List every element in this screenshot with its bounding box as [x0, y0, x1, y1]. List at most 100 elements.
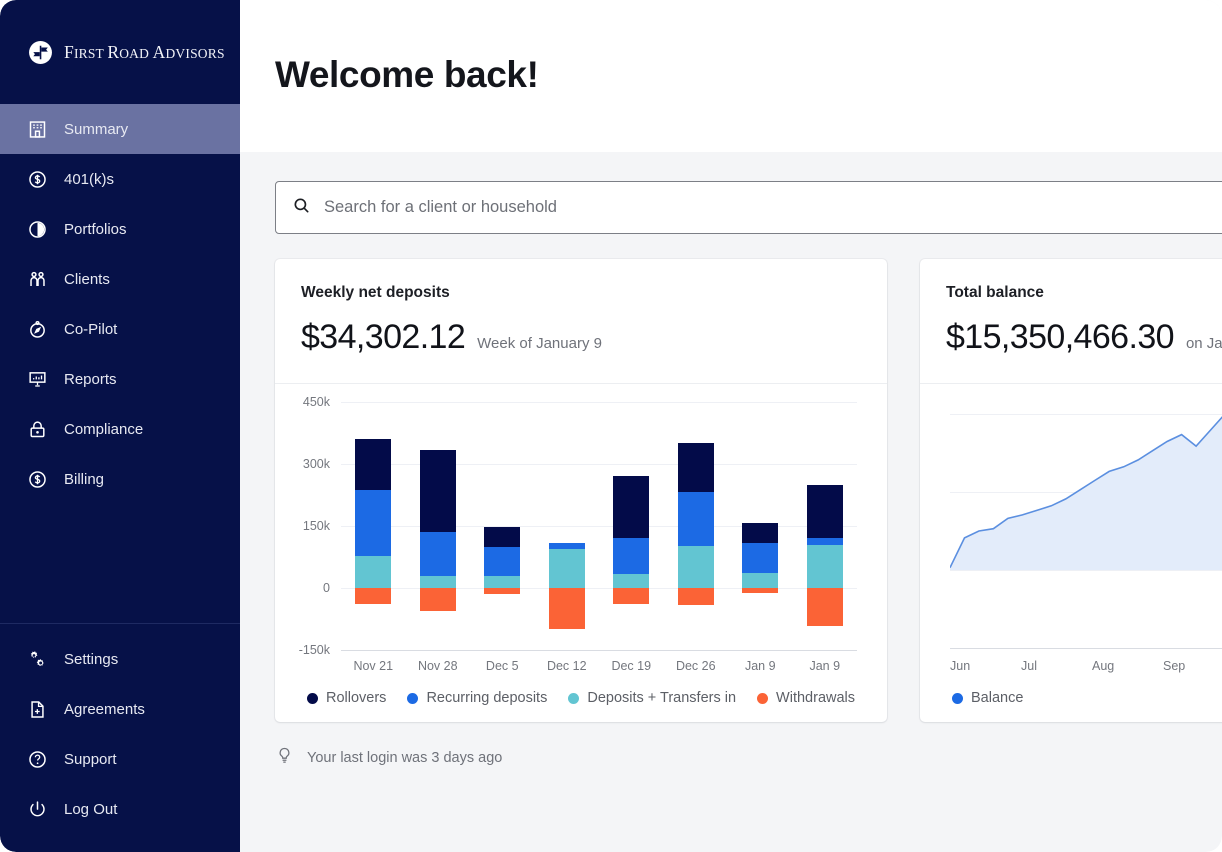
- sidebar-item-label: Clients: [64, 272, 110, 287]
- x-axis-tick-label: Jan 9: [728, 659, 793, 673]
- sidebar-item-agreements[interactable]: Agreements: [0, 684, 240, 734]
- grid-line: -150k: [341, 650, 857, 651]
- bar-segment: [678, 546, 714, 588]
- presentation-chart-icon: [26, 368, 48, 390]
- bar-stack-positive: [613, 476, 649, 588]
- page-header: Welcome back!: [240, 0, 1222, 152]
- sidebar-item-portfolios[interactable]: Portfolios: [0, 204, 240, 254]
- legend-label: Recurring deposits: [426, 690, 547, 706]
- bar-segment: [355, 588, 391, 604]
- bar-stack-positive: [420, 450, 456, 588]
- x-axis-tick-label: Aug: [1092, 659, 1163, 673]
- x-axis-tick-label: Sep: [1163, 659, 1222, 673]
- gears-icon: [26, 648, 48, 670]
- y-axis-tick-label: 150k: [303, 519, 330, 533]
- total-balance-card: Total balance $15,350,466.30 on Jan JunJ…: [920, 259, 1222, 722]
- bar-segment: [549, 588, 585, 629]
- bar-stack-negative: [678, 588, 714, 605]
- bar-group[interactable]: [728, 402, 793, 650]
- page-title: Welcome back!: [275, 56, 1222, 93]
- document-plus-icon: [26, 698, 48, 720]
- search-box[interactable]: [275, 181, 1222, 234]
- legend-label: Balance: [971, 690, 1023, 706]
- bar-group[interactable]: [535, 402, 600, 650]
- weekly-net-deposits-card: Weekly net deposits $34,302.12 Week of J…: [275, 259, 887, 722]
- bar-segment: [742, 573, 778, 588]
- bar-segment: [807, 545, 843, 588]
- card-body: 450k 300k 150k 0 -150k Nov 21Nov 28Dec 5Dec …: [275, 384, 887, 722]
- x-axis-tick-label: Nov 21: [341, 659, 406, 673]
- legend-label: Withdrawals: [776, 690, 855, 706]
- bar-stack-negative: [807, 588, 843, 626]
- bar-chart-x-axis: Nov 21Nov 28Dec 5Dec 12Dec 19Dec 26Jan 9…: [341, 659, 857, 673]
- sidebar-item-label: Log Out: [64, 802, 117, 817]
- bar-segment: [484, 576, 520, 588]
- sidebar-item-label: 401(k)s: [64, 172, 114, 187]
- legend-item[interactable]: Recurring deposits: [407, 690, 547, 706]
- x-axis-tick-label: Dec 12: [535, 659, 600, 673]
- bar-group[interactable]: [406, 402, 471, 650]
- legend-color-dot: [568, 693, 579, 704]
- bar-segment: [613, 588, 649, 604]
- bar-stack-negative: [355, 588, 391, 604]
- bar-segment: [420, 588, 456, 611]
- card-body: JunJulAugSep Balance: [920, 384, 1222, 722]
- bar-segment: [613, 538, 649, 574]
- legend-item[interactable]: Rollovers: [307, 690, 386, 706]
- area-chart: [950, 402, 1222, 650]
- bar-group[interactable]: [599, 402, 664, 650]
- brand-name: FIRST ROAD ADVISORS: [64, 42, 225, 63]
- metric-value: $34,302.12: [301, 320, 465, 354]
- legend-color-dot: [407, 693, 418, 704]
- sidebar-item-support[interactable]: Support: [0, 734, 240, 784]
- bar-stack-negative: [742, 588, 778, 593]
- card-title: Weekly net deposits: [301, 285, 887, 301]
- sidebar-item-billing[interactable]: Billing: [0, 454, 240, 504]
- area-chart-svg: [950, 402, 1222, 650]
- bar-group[interactable]: [470, 402, 535, 650]
- sidebar-item-summary[interactable]: Summary: [0, 104, 240, 154]
- sidebar-item-log-out[interactable]: Log Out: [0, 784, 240, 834]
- bar-segment: [678, 492, 714, 546]
- bar-segment: [742, 543, 778, 573]
- brand-logo[interactable]: FIRST ROAD ADVISORS: [0, 0, 240, 104]
- legend-item[interactable]: Balance: [952, 690, 1023, 706]
- y-axis-tick-label: 0: [323, 581, 330, 595]
- bar-group[interactable]: [664, 402, 729, 650]
- bar-segment: [484, 547, 520, 576]
- last-login-text: Your last login was 3 days ago: [307, 750, 502, 766]
- metric-row: $34,302.12 Week of January 9: [301, 320, 887, 354]
- sidebar-item-compliance[interactable]: Compliance: [0, 404, 240, 454]
- question-circle-icon: [26, 748, 48, 770]
- sidebar-item-settings[interactable]: Settings: [0, 634, 240, 684]
- sidebar: FIRST ROAD ADVISORS Summary: [0, 0, 240, 852]
- sidebar-item-co-pilot[interactable]: Co-Pilot: [0, 304, 240, 354]
- sidebar-item-label: Settings: [64, 652, 118, 667]
- bar-segment: [742, 523, 778, 544]
- bar-segment: [613, 476, 649, 537]
- legend-item[interactable]: Withdrawals: [757, 690, 855, 706]
- search-input[interactable]: [324, 182, 1222, 233]
- sidebar-item-401ks[interactable]: 401(k)s: [0, 154, 240, 204]
- metric-subtitle: Week of January 9: [477, 335, 602, 352]
- bar-group[interactable]: [793, 402, 858, 650]
- card-header: Total balance $15,350,466.30 on Jan: [920, 259, 1222, 384]
- y-axis-tick-label: 450k: [303, 395, 330, 409]
- sidebar-item-label: Reports: [64, 372, 117, 387]
- area-chart-x-axis: JunJulAugSep: [950, 659, 1222, 673]
- x-axis-tick-label: Jan 9: [793, 659, 858, 673]
- x-axis-tick-label: Dec 26: [664, 659, 729, 673]
- bar-segment: [420, 532, 456, 575]
- y-axis-tick-label: 300k: [303, 457, 330, 471]
- bar-group[interactable]: [341, 402, 406, 650]
- sidebar-item-label: Portfolios: [64, 222, 127, 237]
- bar-stack-negative: [613, 588, 649, 604]
- bar-segment: [742, 588, 778, 593]
- bar-stack-positive: [678, 443, 714, 588]
- legend-item[interactable]: Deposits + Transfers in: [568, 690, 736, 706]
- sidebar-item-reports[interactable]: Reports: [0, 354, 240, 404]
- bar-segment: [807, 588, 843, 626]
- sidebar-item-clients[interactable]: Clients: [0, 254, 240, 304]
- legend-label: Deposits + Transfers in: [587, 690, 736, 706]
- sidebar-item-label: Compliance: [64, 422, 143, 437]
